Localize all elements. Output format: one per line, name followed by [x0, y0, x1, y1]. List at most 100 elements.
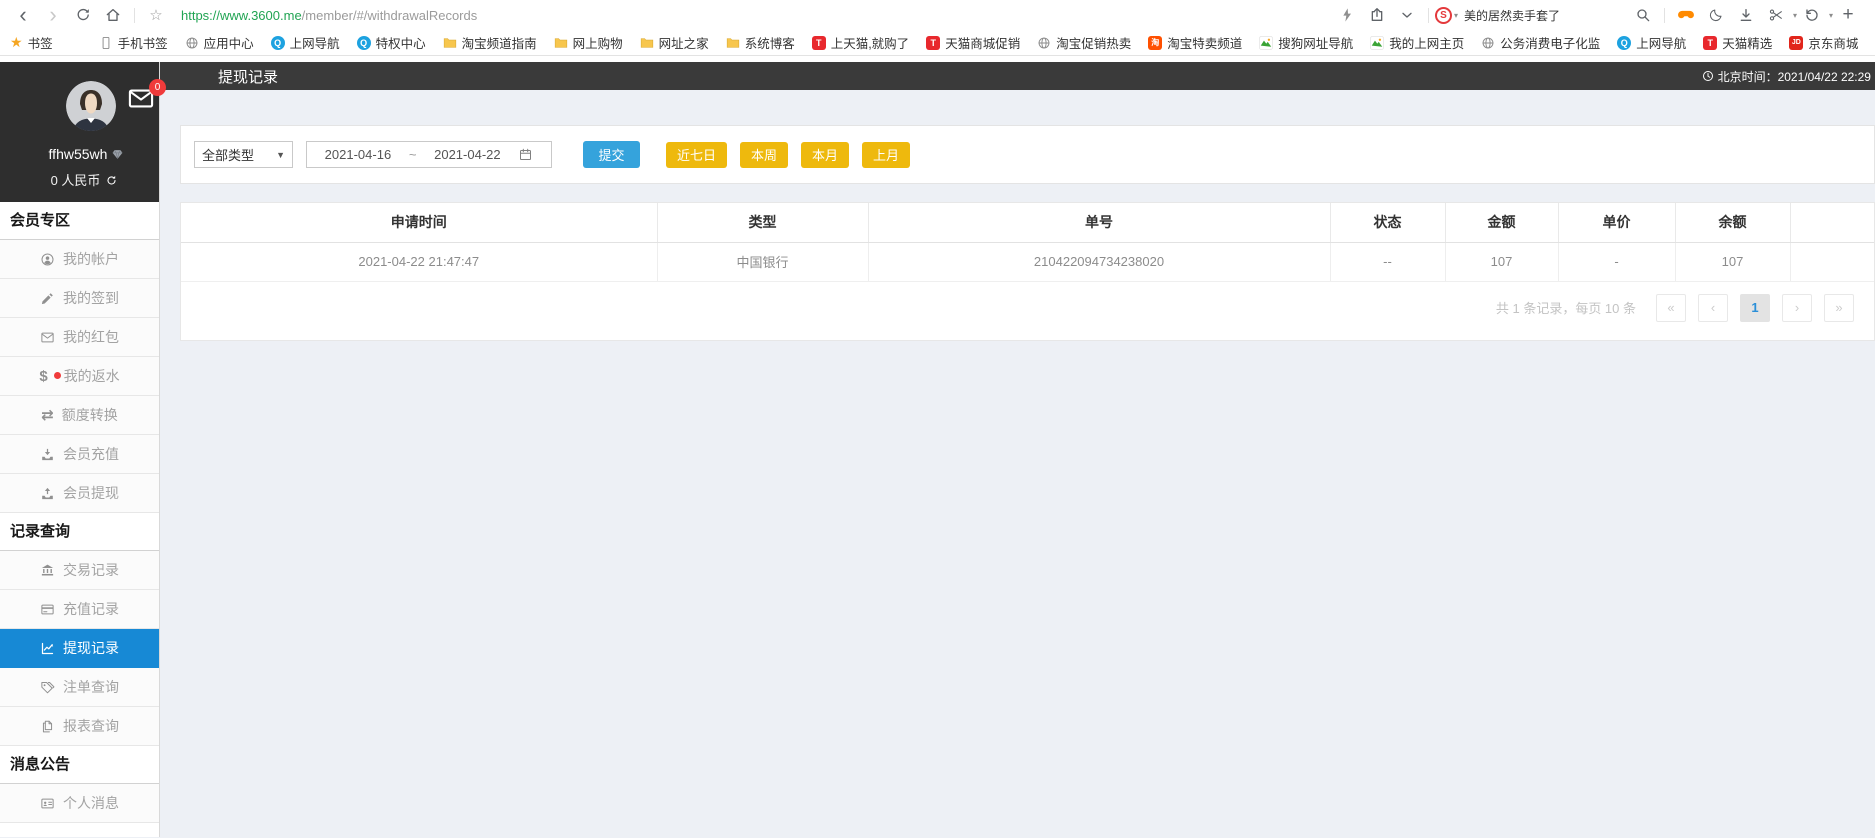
- col-filler: [1790, 203, 1874, 243]
- sidebar-item-my-checkin[interactable]: 我的签到: [0, 279, 159, 318]
- cell-apply-time: 2021-04-22 21:47:47: [181, 242, 658, 282]
- bookmark-item[interactable]: JD 京东商城: [1789, 33, 1858, 52]
- bookmark-page-star-icon[interactable]: ☆: [141, 0, 171, 30]
- tmall-icon: T: [926, 35, 941, 50]
- sidebar-item-withdrawal-records[interactable]: 提现记录: [0, 629, 159, 668]
- tmall-icon: T: [811, 35, 826, 50]
- address-bar[interactable]: https://www.3600.me/member/#/withdrawalR…: [181, 8, 477, 23]
- col-unit-price: 单价: [1558, 203, 1676, 243]
- sidebar-item-my-rebate[interactable]: $ 我的返水: [0, 357, 159, 396]
- page-last-button[interactable]: »: [1824, 293, 1854, 322]
- download-icon[interactable]: [1731, 0, 1761, 30]
- col-order-no: 单号: [868, 203, 1331, 243]
- sidebar-item-my-account[interactable]: 我的帐户: [0, 240, 159, 279]
- quick-this-month-button[interactable]: 本月: [801, 141, 850, 168]
- bookmark-item[interactable]: T 天猫商城促销: [926, 33, 1020, 52]
- screenshot-scissors-icon[interactable]: [1761, 0, 1791, 30]
- sidebar-section-messages: 消息公告: [0, 746, 159, 784]
- forward-icon[interactable]: ›: [38, 0, 68, 30]
- col-balance: 余额: [1675, 203, 1791, 243]
- quick-this-week-button[interactable]: 本周: [740, 141, 789, 168]
- refresh-balance-icon[interactable]: [105, 174, 118, 187]
- note-label[interactable]: 美的居然卖手套了: [1464, 7, 1560, 24]
- bookmark-item[interactable]: Q 上网导航: [270, 33, 340, 52]
- bank-icon: [41, 564, 54, 575]
- bookmark-item[interactable]: T 天猫精选: [1703, 33, 1772, 52]
- submit-button[interactable]: 提交: [583, 141, 640, 168]
- calendar-icon: [520, 148, 532, 160]
- chevron-down-icon[interactable]: [1392, 0, 1422, 30]
- mail-icon[interactable]: 0: [128, 79, 166, 113]
- jd-icon: JD: [1789, 35, 1804, 50]
- page-title: 提现记录: [218, 68, 279, 86]
- back-icon[interactable]: ‹: [8, 0, 38, 30]
- sidebar-item-quota-transfer[interactable]: ⇄ 额度转换: [0, 396, 159, 435]
- quick-last-month-button[interactable]: 上月: [862, 141, 911, 168]
- sidebar-section-records: 记录查询: [0, 513, 159, 551]
- undo-history-icon[interactable]: [1797, 0, 1827, 30]
- home-icon[interactable]: [98, 0, 128, 30]
- envelope-icon: [41, 332, 54, 342]
- username: ffhw55wh: [0, 146, 159, 162]
- bookmark-item[interactable]: 应用中心: [185, 33, 254, 52]
- bookmark-item[interactable]: 我的上网主页: [1370, 33, 1464, 52]
- globe-icon: [186, 37, 198, 48]
- page-prev-button[interactable]: ‹: [1698, 293, 1728, 322]
- sidebar-item-my-redpacket[interactable]: 我的红包: [0, 318, 159, 357]
- records-table: 申请时间 类型 单号 状态 金额 单价 余额 2021-04-22 21:47:…: [181, 203, 1874, 282]
- table-row: 2021-04-22 21:47:47 中国银行 210422094734238…: [181, 242, 1874, 282]
- bookmark-item[interactable]: T 上天猫,就购了: [811, 33, 909, 52]
- bookmark-item[interactable]: 网上购物: [554, 33, 623, 52]
- content-area: 全部类型 ▼ 2021-04-16 ~ 2021-04-22 提交 近七日 本周…: [160, 90, 1875, 837]
- globe-icon: [1038, 37, 1050, 48]
- page-1-button[interactable]: 1: [1740, 293, 1770, 322]
- bookmark-item[interactable]: 手机书签: [99, 33, 168, 52]
- new-tab-plus-icon[interactable]: +: [1833, 0, 1863, 30]
- bookmark-item[interactable]: Q 特权中心: [356, 33, 426, 52]
- bookmark-item[interactable]: Q 上网导航: [1617, 33, 1686, 52]
- bookmark-item[interactable]: 搜狗网址导航: [1259, 33, 1353, 52]
- type-select[interactable]: 全部类型 ▼: [194, 141, 293, 168]
- bookmark-item[interactable]: ★ 书签: [10, 33, 53, 52]
- balance: 0 人民币: [0, 170, 159, 189]
- app-frame: 0 ffhw55wh 0 人民币 会员专区 我的帐户 我的签到 我的红包 $ 我的…: [0, 62, 1875, 837]
- refresh-icon[interactable]: [68, 0, 98, 30]
- bookmark-item[interactable]: 淘淘宝特卖频道: [1148, 33, 1242, 52]
- game-center-icon[interactable]: [1671, 0, 1701, 30]
- bookmark-item[interactable]: 淘宝频道指南: [443, 33, 537, 52]
- bookmark-item[interactable]: 系统博客: [726, 33, 795, 52]
- night-mode-moon-icon[interactable]: [1701, 0, 1731, 30]
- bookmark-item[interactable]: 公务消费电子化监: [1481, 33, 1600, 52]
- search-icon[interactable]: [1628, 0, 1658, 30]
- share-icon[interactable]: [1362, 0, 1392, 30]
- deposit-icon: [42, 448, 53, 460]
- user-icon: [41, 252, 54, 266]
- sidebar-item-deposit-records[interactable]: 充值记录: [0, 590, 159, 629]
- quick-last7-button[interactable]: 近七日: [666, 141, 728, 168]
- bookmark-item[interactable]: 网址之家: [640, 33, 709, 52]
- sidebar-item-report-query[interactable]: 报表查询: [0, 707, 159, 746]
- divider: [1427, 7, 1429, 23]
- sogou-2345-icon: [1370, 35, 1384, 50]
- page-first-button[interactable]: «: [1656, 293, 1686, 322]
- bookmark-item[interactable]: 淘宝促销热卖: [1037, 33, 1131, 52]
- caret-down-icon[interactable]: ▾: [1454, 11, 1458, 20]
- q-logo-icon: Q: [270, 35, 285, 50]
- sidebar-item-bet-query[interactable]: 注单查询: [0, 668, 159, 707]
- sidebar-item-member-deposit[interactable]: 会员充值: [0, 435, 159, 474]
- star-icon: ★: [10, 34, 23, 50]
- report-file-icon: [42, 720, 53, 732]
- col-type: 类型: [657, 203, 869, 243]
- browser-chrome: ‹ › ☆ https://www.3600.me/member/#/withd…: [0, 0, 1875, 30]
- mail-badge: 0: [149, 79, 166, 96]
- globe-icon: [1482, 37, 1494, 48]
- sidebar-item-transaction-records[interactable]: 交易记录: [0, 551, 159, 590]
- credit-card-icon: [41, 604, 54, 614]
- avatar[interactable]: [66, 81, 116, 131]
- lightning-icon[interactable]: [1332, 0, 1362, 30]
- page-next-button[interactable]: ›: [1782, 293, 1812, 322]
- sidebar-item-personal-messages[interactable]: 个人消息: [0, 784, 159, 823]
- sidebar-item-member-withdraw[interactable]: 会员提现: [0, 474, 159, 513]
- date-range-picker[interactable]: 2021-04-16 ~ 2021-04-22: [306, 141, 552, 168]
- s-extension-icon[interactable]: S: [1434, 6, 1452, 24]
